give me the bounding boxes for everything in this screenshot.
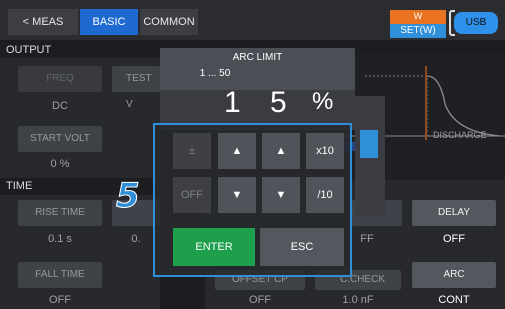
freq-value: DC	[52, 100, 68, 112]
dialog-unit: %	[312, 88, 334, 115]
tab-meas[interactable]: < MEAS	[8, 9, 78, 35]
fall-time-button[interactable]: FALL TIME	[18, 262, 102, 288]
delay-partial-value: FF	[360, 233, 374, 245]
offset-cp-value: OFF	[249, 294, 271, 306]
freq-button[interactable]: FREQ	[18, 66, 102, 92]
graph-marker	[425, 66, 427, 140]
w-label: W	[413, 11, 423, 21]
discharge-curve	[426, 75, 501, 137]
x10-key[interactable]: x10	[306, 133, 344, 169]
down-tens-key[interactable]: ▼	[218, 177, 256, 213]
div10-key[interactable]: /10	[306, 177, 344, 213]
output-section-label: OUTPUT	[6, 44, 52, 56]
dialog-scroll-indicator	[360, 130, 378, 158]
screen: < MEAS BASIC COMMON W SET(W) USB OUTPUT …	[0, 0, 505, 309]
plus-minus-key[interactable]: ±	[173, 133, 211, 169]
off-key[interactable]: OFF	[173, 177, 211, 213]
discharge-label: DISCHARGE	[433, 130, 487, 140]
dialog-title: ARC LIMIT	[232, 52, 283, 63]
step-number-callout: 5	[116, 176, 141, 217]
delay-button[interactable]: DELAY	[412, 200, 496, 226]
fall-time-value: OFF	[49, 294, 71, 306]
tab-common[interactable]: COMMON	[140, 9, 198, 35]
digit-ones[interactable]: 5	[270, 86, 287, 120]
up-tens-key[interactable]: ▲	[218, 133, 256, 169]
arc-value: CONT	[438, 294, 470, 306]
usb-indicator[interactable]: USB	[454, 12, 498, 34]
digit-tens[interactable]: 1	[224, 86, 241, 120]
rise-time-button[interactable]: RISE TIME	[18, 200, 102, 226]
time-section-label: TIME	[6, 180, 33, 192]
start-volt-value: 0 %	[50, 158, 70, 170]
enter-button[interactable]: ENTER	[173, 228, 255, 266]
up-ones-key[interactable]: ▲	[262, 133, 300, 169]
esc-button[interactable]: ESC	[260, 228, 344, 266]
down-ones-key[interactable]: ▼	[262, 177, 300, 213]
dialog-range: 1 ... 50	[199, 68, 231, 79]
wset-indicator[interactable]: W SET(W)	[390, 10, 446, 38]
test-volt-button[interactable]: TEST V	[112, 66, 160, 110]
top-bar: < MEAS BASIC COMMON W SET(W) USB	[0, 0, 505, 40]
c-check-value: 1.0 nF	[342, 294, 374, 306]
start-volt-button[interactable]: START VOLT	[18, 126, 102, 152]
delay-value: OFF	[443, 233, 465, 245]
set-label: SET(W)	[390, 24, 446, 38]
tab-basic[interactable]: BASIC	[80, 9, 138, 35]
arc-button[interactable]: ARC	[412, 262, 496, 288]
rise-time-value: 0.1 s	[48, 233, 72, 245]
